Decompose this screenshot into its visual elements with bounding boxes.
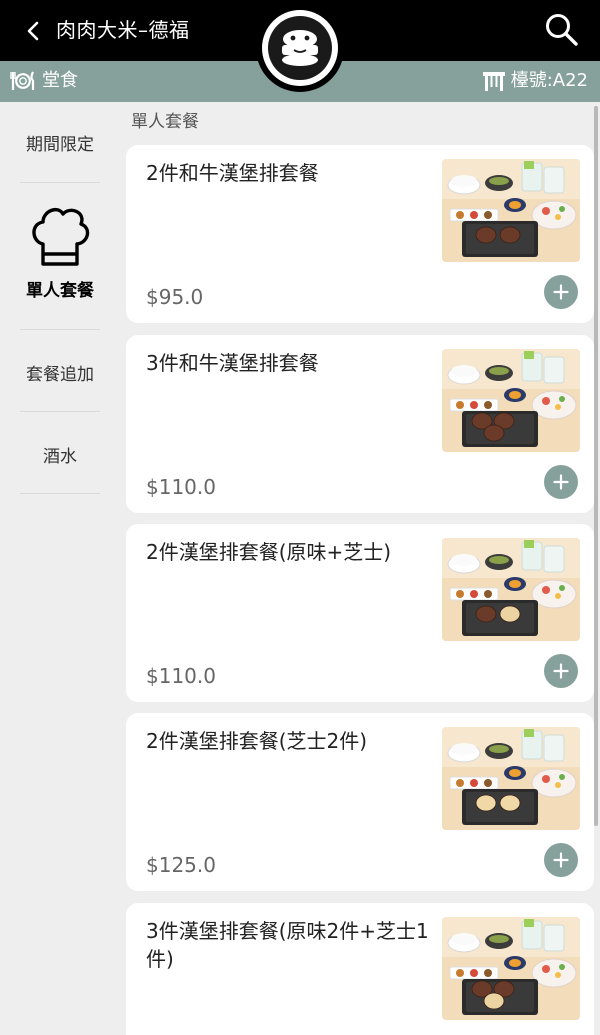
search-icon xyxy=(546,14,578,46)
add-to-cart-button[interactable] xyxy=(544,843,578,877)
menu-item-card[interactable]: 2件漢堡排套餐(芝士2件) $125.0 xyxy=(126,713,594,891)
menu-item-photo[interactable] xyxy=(442,727,580,830)
menu-item-card[interactable]: 2件漢堡排套餐(原味+芝士) $110.0 xyxy=(126,524,594,702)
divider xyxy=(20,493,100,494)
menu-item-price: $95.0 xyxy=(146,285,204,309)
menu-item-name: 2件漢堡排套餐(芝士2件) xyxy=(146,729,368,753)
category-sidebar: 期間限定 單人套餐 套餐追加 酒水 xyxy=(0,102,120,1035)
plus-icon xyxy=(553,852,569,868)
logo-emblem-icon xyxy=(282,30,318,66)
restaurant-logo xyxy=(256,4,344,92)
add-to-cart-button[interactable] xyxy=(544,654,578,688)
menu-item-price: $110.0 xyxy=(146,664,216,688)
category-single-set[interactable]: 單人套餐 xyxy=(20,202,100,302)
plus-icon xyxy=(553,663,569,679)
table-icon xyxy=(483,72,505,91)
menu-item-name: 2件和牛漢堡排套餐 xyxy=(146,161,319,185)
menu-item-card[interactable]: 3件漢堡排套餐(原味2件+芝士1件) xyxy=(126,903,594,1035)
divider xyxy=(20,182,100,183)
menu-item-photo[interactable] xyxy=(442,159,580,262)
store-name: 肉肉大米–德福 xyxy=(56,18,190,42)
meal-photo-icon xyxy=(442,349,580,452)
menu-item-photo[interactable] xyxy=(442,917,580,1020)
chevron-left-icon xyxy=(27,21,39,41)
category-drinks[interactable]: 酒水 xyxy=(20,442,100,467)
divider xyxy=(20,411,100,412)
table-number: 檯號:A22 xyxy=(510,70,588,91)
category-single-set-label: 單人套餐 xyxy=(26,281,94,301)
category-addon[interactable]: 套餐追加 xyxy=(20,360,100,385)
meal-photo-icon xyxy=(442,159,580,262)
chef-hat-icon xyxy=(32,207,90,266)
dine-in-label: 堂食 xyxy=(42,70,78,91)
search-button[interactable] xyxy=(542,10,582,50)
menu-item-photo[interactable] xyxy=(442,538,580,641)
menu-item-card[interactable]: 3件和牛漢堡排套餐 $110.0 xyxy=(126,335,594,513)
meal-photo-icon xyxy=(442,917,580,1020)
add-to-cart-button[interactable] xyxy=(544,465,578,499)
menu-item-name: 2件漢堡排套餐(原味+芝士) xyxy=(146,540,392,564)
scrollbar[interactable] xyxy=(594,106,598,826)
menu-item-name: 3件和牛漢堡排套餐 xyxy=(146,351,319,375)
menu-item-photo[interactable] xyxy=(442,349,580,452)
plus-icon xyxy=(553,284,569,300)
menu-item-card[interactable]: 2件和牛漢堡排套餐 $95.0 xyxy=(126,145,594,323)
plus-icon xyxy=(553,474,569,490)
menu-item-price: $110.0 xyxy=(146,475,216,499)
add-to-cart-button[interactable] xyxy=(544,275,578,309)
meal-photo-icon xyxy=(442,538,580,641)
divider xyxy=(20,329,100,330)
menu-item-name: 3件漢堡排套餐(原味2件+芝士1件) xyxy=(146,919,429,971)
back-button[interactable] xyxy=(18,14,48,48)
dining-plate-icon xyxy=(10,71,35,90)
menu-item-price: $125.0 xyxy=(146,853,216,877)
category-limited[interactable]: 期間限定 xyxy=(20,130,100,155)
section-title: 單人套餐 xyxy=(131,112,199,132)
meal-photo-icon xyxy=(442,727,580,830)
